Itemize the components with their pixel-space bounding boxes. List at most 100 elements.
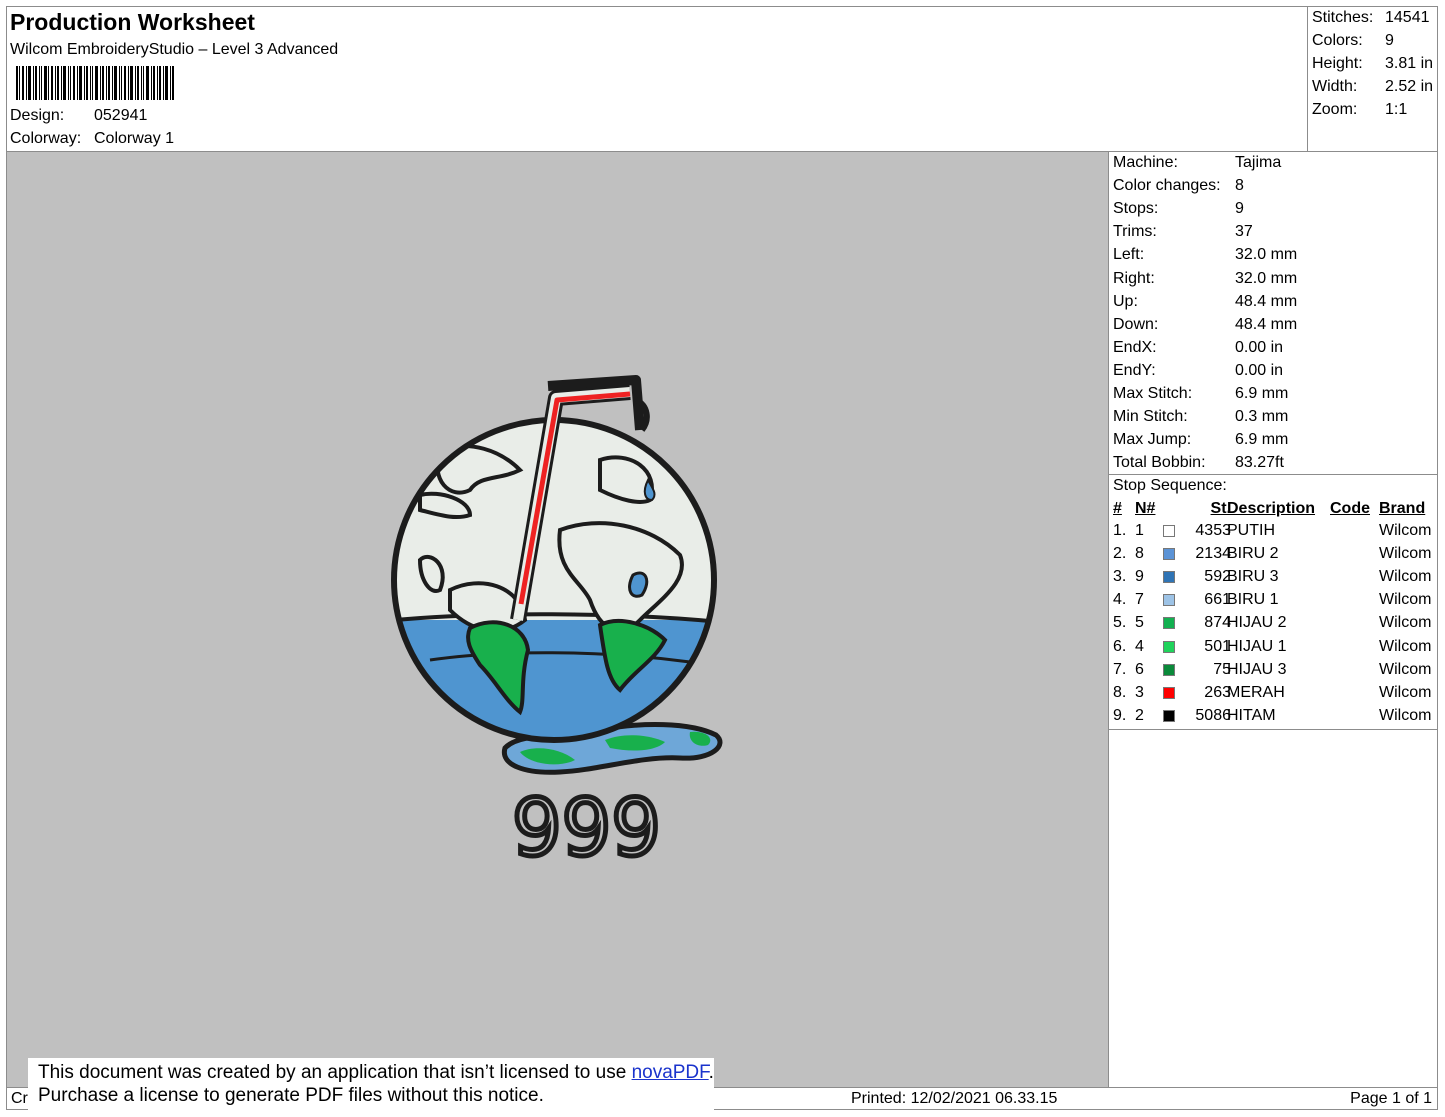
design-canvas: 999	[7, 152, 1109, 1087]
stop-brand: Wilcom	[1379, 614, 1432, 632]
stop-description: HITAM	[1227, 706, 1276, 724]
summary-zoom: Zoom: 1:1	[1312, 100, 1407, 120]
stat-value: 32.0 mm	[1235, 246, 1298, 264]
stop-stitches: 874	[1204, 614, 1231, 632]
stop-row: 3. 9 592 BIRU 3 Wilcom	[1109, 566, 1438, 588]
stop-table-header: # N# St. Description Code Brand	[1109, 498, 1438, 520]
stat-label: Right:	[1113, 269, 1155, 287]
stop-description: HIJAU 3	[1227, 660, 1287, 678]
stop-n: 8	[1135, 545, 1144, 563]
stat-row: Right: 32.0 mm	[1113, 269, 1297, 289]
stop-stitches: 501	[1204, 637, 1231, 655]
color-swatch	[1163, 525, 1175, 537]
stop-n: 3	[1135, 683, 1144, 701]
stat-row: Min Stitch: 0.3 mm	[1113, 407, 1288, 427]
stop-idx: 6.	[1113, 637, 1127, 655]
embroidery-design: 999	[391, 375, 723, 877]
stop-row: 7. 6 75 HIJAU 3 Wilcom	[1109, 659, 1438, 681]
design-row: Design: 052941	[10, 106, 147, 126]
stop-stitches: 75	[1213, 660, 1231, 678]
stat-row: Machine: Tajima	[1113, 153, 1281, 173]
stop-idx: 9.	[1113, 706, 1127, 724]
stop-n: 7	[1135, 591, 1144, 609]
footer-printed: Printed: 12/02/2021 06.33.15	[851, 1090, 1058, 1107]
stat-row: Trims: 37	[1113, 222, 1253, 242]
stop-brand: Wilcom	[1379, 637, 1432, 655]
stat-row: Color changes: 8	[1113, 176, 1244, 196]
footer-page: Page 1 of 1	[1350, 1090, 1432, 1107]
stat-row: Stops: 9	[1113, 199, 1244, 219]
stop-brand: Wilcom	[1379, 545, 1432, 563]
header-idx: #	[1113, 500, 1122, 517]
notice-text: This document was created by an applicat…	[38, 1062, 632, 1083]
summary-colors-value: 9	[1385, 32, 1394, 49]
color-swatch	[1163, 686, 1175, 699]
stop-n: 6	[1135, 660, 1144, 678]
stop-idx: 5.	[1113, 614, 1127, 632]
colorway-row: Colorway: Colorway 1	[10, 129, 174, 149]
stat-row: Down: 48.4 mm	[1113, 315, 1297, 335]
stat-label: EndY:	[1113, 361, 1156, 379]
stop-brand: Wilcom	[1379, 522, 1432, 539]
stat-row: Max Stitch: 6.9 mm	[1113, 384, 1288, 404]
license-notice: This document was created by an applicat…	[28, 1058, 714, 1110]
barcode	[16, 66, 174, 100]
stop-idx: 2.	[1113, 545, 1127, 563]
stop-description: BIRU 2	[1227, 545, 1279, 563]
stop-sequence-title: Stop Sequence:	[1113, 477, 1227, 494]
stop-row: 8. 3 263 MERAH Wilcom	[1109, 682, 1438, 704]
stop-idx: 1.	[1113, 522, 1127, 539]
summary-stitches-label: Stitches:	[1312, 9, 1374, 26]
stop-stitches: 5086	[1195, 706, 1231, 724]
stat-label: Machine:	[1113, 154, 1178, 171]
design-text: 999	[512, 784, 661, 874]
stop-row: 9. 2 5086 HITAM Wilcom	[1109, 705, 1438, 727]
design-value: 052941	[94, 107, 148, 124]
stop-brand: Wilcom	[1379, 660, 1432, 678]
summary-box: Stitches: 14541 Colors: 9 Height: 3.81 in W…	[1307, 6, 1439, 152]
header: Production Worksheet Wilcom EmbroiderySt…	[10, 8, 338, 60]
color-swatch	[1163, 709, 1175, 722]
summary-height-value: 3.81 in	[1385, 55, 1434, 72]
stat-value: 6.9 mm	[1235, 431, 1289, 449]
stat-value: 9	[1235, 200, 1244, 218]
summary-height-label: Height:	[1312, 55, 1363, 72]
stat-label: Min Stitch:	[1113, 408, 1188, 426]
summary-zoom-label: Zoom:	[1312, 101, 1358, 118]
summary-height: Height: 3.81 in	[1312, 54, 1433, 74]
software-name: Wilcom EmbroideryStudio – Level 3 Advanc…	[10, 41, 339, 58]
stat-label: Stops:	[1113, 200, 1159, 218]
stat-label: EndX:	[1113, 338, 1157, 356]
stat-label: Max Jump:	[1113, 431, 1192, 449]
color-swatch	[1163, 640, 1175, 653]
stat-label: Left:	[1113, 246, 1145, 264]
table-divider	[1109, 729, 1438, 730]
color-swatch	[1163, 548, 1175, 561]
footer-created: Cr	[11, 1090, 28, 1107]
stop-n: 1	[1135, 522, 1144, 539]
summary-stitches: Stitches: 14541	[1312, 8, 1430, 28]
stat-label: Max Stitch:	[1113, 385, 1193, 402]
stat-row: EndY: 0.00 in	[1113, 361, 1283, 381]
stop-idx: 7.	[1113, 660, 1127, 678]
stop-brand: Wilcom	[1379, 591, 1432, 609]
stop-description: HIJAU 1	[1227, 637, 1287, 655]
colorway-value: Colorway 1	[94, 130, 175, 147]
stat-label: Color changes:	[1113, 177, 1221, 195]
summary-colors-label: Colors:	[1312, 32, 1363, 49]
stop-n: 5	[1135, 614, 1144, 632]
stop-brand: Wilcom	[1379, 706, 1432, 724]
stat-row: Max Jump: 6.9 mm	[1113, 430, 1288, 450]
color-swatch	[1163, 571, 1175, 584]
stop-stitches: 592	[1204, 568, 1231, 586]
stop-row: 4. 7 661 BIRU 1 Wilcom	[1109, 589, 1438, 611]
stat-value: 37	[1235, 223, 1253, 241]
stat-row: EndX: 0.00 in	[1113, 338, 1283, 358]
color-swatch	[1163, 663, 1175, 676]
stop-description: PUTIH	[1227, 522, 1275, 539]
stop-idx: 3.	[1113, 568, 1127, 586]
stop-idx: 4.	[1113, 591, 1127, 609]
stat-label: Down:	[1113, 315, 1159, 333]
summary-colors: Colors: 9	[1312, 31, 1394, 51]
novapdf-link[interactable]: novaPDF	[632, 1062, 709, 1083]
